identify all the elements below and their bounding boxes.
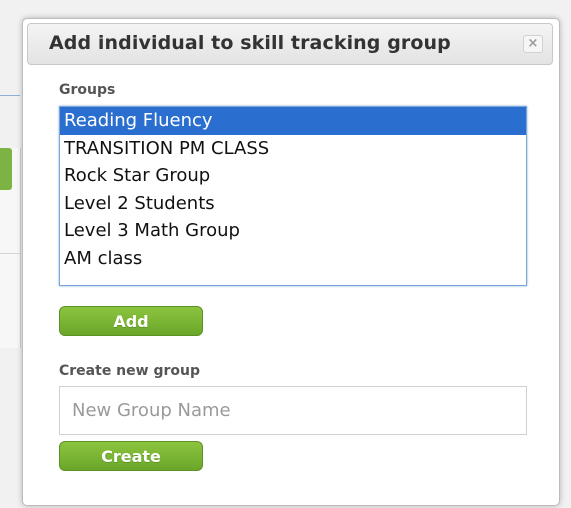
group-option[interactable]: Level 3 Math Group [60, 217, 526, 245]
create-group-label: Create new group [59, 363, 200, 379]
group-option[interactable]: Level 2 Students [60, 190, 526, 218]
new-group-name-input[interactable] [59, 386, 527, 435]
groups-listbox[interactable]: Reading Fluency TRANSITION PM CLASS Rock… [59, 106, 527, 286]
background-divider-2 [0, 253, 20, 254]
group-option[interactable]: Reading Fluency [60, 107, 526, 135]
background-divider [0, 95, 20, 96]
groups-label: Groups [59, 82, 116, 98]
create-button[interactable]: Create [59, 441, 203, 471]
add-button[interactable]: Add [59, 306, 203, 336]
group-option[interactable]: AM class [60, 245, 526, 273]
background-green-tab [0, 148, 12, 190]
dialog-header: Add individual to skill tracking group × [27, 23, 553, 65]
group-option[interactable]: TRANSITION PM CLASS [60, 135, 526, 163]
group-option[interactable]: Rock Star Group [60, 162, 526, 190]
add-to-group-dialog: Add individual to skill tracking group ×… [22, 18, 560, 506]
close-icon[interactable]: × [523, 35, 543, 53]
dialog-title: Add individual to skill tracking group [49, 32, 451, 54]
